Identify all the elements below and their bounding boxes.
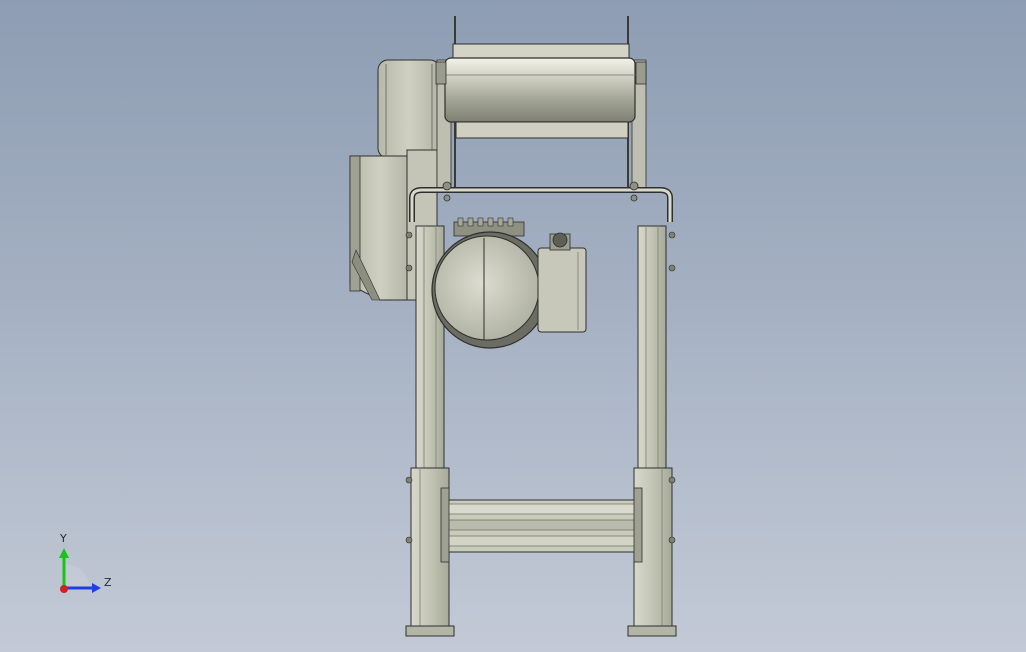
right-leg [627,225,677,637]
y-axis-arrowhead [59,548,69,558]
top-frame [409,181,673,222]
bottom-crossbar [440,487,643,563]
cad-viewport[interactable]: Y Z [0,0,1026,652]
z-axis-arrowhead [92,583,101,593]
y-axis-label: Y [60,532,67,545]
gearbox-upper [377,59,441,159]
drive-drum [435,43,647,139]
z-axis-label: Z [104,576,112,589]
x-axis-dot [60,585,68,593]
axis-triad [59,548,101,593]
conveyor-model[interactable] [0,0,1026,652]
motor [431,217,587,349]
